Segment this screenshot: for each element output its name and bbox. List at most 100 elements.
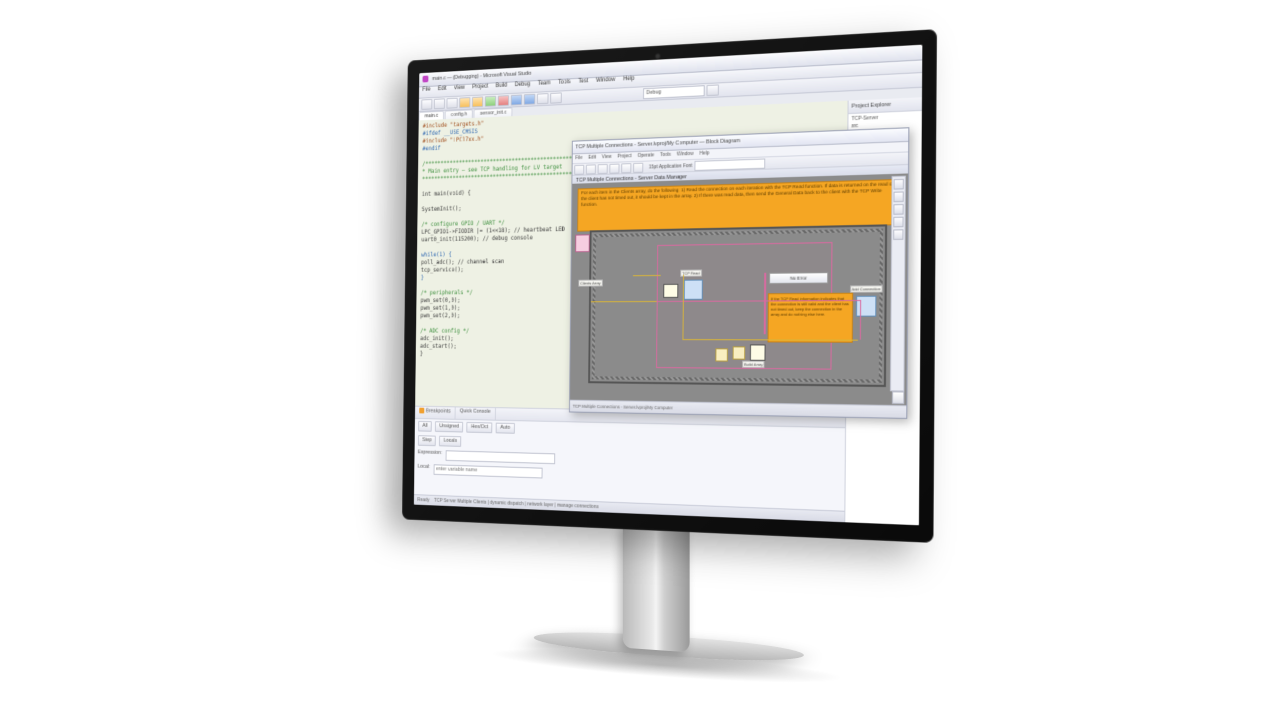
- menu-view[interactable]: View: [454, 85, 465, 91]
- project-panel: Project Explorer TCP-Server src include …: [844, 97, 922, 525]
- output-panel: Breakpoints Quick Console All Unsigned H…: [414, 406, 845, 511]
- node-compare-icon[interactable]: [733, 346, 746, 359]
- bd-menu-project[interactable]: Project: [617, 153, 631, 159]
- ide-title-app: (Debugging) - Microsoft Visual Studio: [453, 71, 531, 81]
- tool-config-icon[interactable]: [707, 84, 719, 96]
- bd-tool-retain-icon[interactable]: [633, 162, 643, 172]
- tool-comment-icon[interactable]: [550, 92, 562, 103]
- watch-input[interactable]: [445, 450, 555, 464]
- label-build-array: Build Array: [742, 361, 765, 368]
- out-btn-step[interactable]: Step: [418, 435, 436, 446]
- ide-titlebar[interactable]: main.c — (Debugging) - Microsoft Visual …: [419, 45, 922, 88]
- config-combo[interactable]: Debug: [643, 85, 705, 99]
- node-tcp-read[interactable]: [684, 280, 703, 300]
- case-structure-inner[interactable]: No Error: [764, 273, 766, 334]
- palette-cursor-icon[interactable]: [894, 179, 904, 190]
- tree-item[interactable]: build: [850, 143, 919, 153]
- tree-item[interactable]: drivers: [850, 135, 919, 145]
- status-right: TCP Server Multiple Clients | dynamic di…: [434, 498, 599, 510]
- local-label: Local:: [418, 464, 430, 475]
- tree-item[interactable]: TCP-Server: [850, 113, 919, 123]
- out-btn-all[interactable]: All: [418, 421, 432, 432]
- out-btn-unsigned[interactable]: Unsigned: [435, 421, 463, 432]
- scroll-corner-icon[interactable]: [892, 391, 904, 404]
- menu-team[interactable]: Team: [538, 80, 551, 87]
- out-btn-locals[interactable]: Locals: [439, 436, 461, 447]
- bd-menu-edit[interactable]: Edit: [588, 155, 596, 161]
- tool-new-icon[interactable]: [421, 99, 432, 110]
- label-add-connection: Add Connection: [850, 285, 883, 293]
- label-clients-array: Clients Array: [578, 280, 602, 287]
- out-btn-hex[interactable]: Hex/Oct: [467, 422, 493, 433]
- menu-project[interactable]: Project: [472, 84, 488, 91]
- bd-tool-run-cont-icon[interactable]: [586, 164, 596, 174]
- node-vi-ref-icon[interactable]: [575, 234, 590, 252]
- project-panel-title: Project Explorer: [849, 97, 922, 114]
- screen: main.c — (Debugging) - Microsoft Visual …: [414, 45, 922, 526]
- tree-item[interactable]: src: [850, 120, 919, 130]
- bd-search-input[interactable]: [694, 158, 765, 171]
- tool-save-icon[interactable]: [447, 98, 458, 109]
- local-input[interactable]: [433, 464, 542, 478]
- bd-tool-highlight-icon[interactable]: [621, 163, 631, 173]
- status-left: Ready: [417, 497, 429, 503]
- bd-palette: [890, 176, 906, 392]
- tool-step-icon[interactable]: [511, 94, 522, 105]
- bd-tool-pause-icon[interactable]: [609, 163, 619, 173]
- bd-menu-help[interactable]: Help: [699, 150, 709, 156]
- bd-tool-abort-icon[interactable]: [598, 163, 608, 173]
- tree-item[interactable]: include: [850, 128, 919, 138]
- bd-menu-file[interactable]: File: [575, 155, 582, 161]
- node-tcp-write-icon[interactable]: [856, 296, 876, 317]
- project-tree[interactable]: TCP-Server src include drivers build doc…: [845, 111, 922, 525]
- case-structure-outer[interactable]: TCP Read No Error If the TCP Read inform…: [656, 242, 832, 370]
- menu-build[interactable]: Build: [496, 83, 508, 89]
- palette-breakpoint-icon[interactable]: [893, 229, 903, 240]
- bd-menu-view[interactable]: View: [602, 154, 612, 160]
- output-tab-breakpoints[interactable]: Breakpoints: [415, 407, 456, 419]
- menu-debug[interactable]: Debug: [515, 81, 531, 88]
- tool-run-icon[interactable]: [485, 96, 496, 107]
- node-build-array[interactable]: [750, 344, 766, 360]
- menu-tools[interactable]: Tools: [558, 79, 571, 86]
- menu-window[interactable]: Window: [596, 77, 615, 84]
- bd-font-label[interactable]: 15pt Application Font: [649, 163, 693, 170]
- out-btn-auto[interactable]: Auto: [496, 423, 515, 434]
- tool-find-icon[interactable]: [537, 93, 549, 104]
- app-icon: [422, 76, 428, 83]
- tool-open-icon[interactable]: [434, 98, 445, 109]
- scene: main.c — (Debugging) - Microsoft Visual …: [0, 0, 1280, 720]
- menu-edit[interactable]: Edit: [438, 86, 447, 92]
- tool-undo-icon[interactable]: [459, 97, 470, 108]
- output-tab-console[interactable]: Quick Console: [455, 407, 495, 419]
- bd-context-help: For each item in the Clients array, do t…: [577, 179, 902, 232]
- for-loop-frame[interactable]: Clients Array TCP Read No Error If the T…: [588, 224, 887, 387]
- ide-title-file: main.c: [432, 76, 446, 82]
- bd-menu-window[interactable]: Window: [677, 151, 694, 158]
- tool-redo-icon[interactable]: [472, 96, 483, 107]
- bd-canvas[interactable]: For each item in the Clients array, do t…: [570, 173, 908, 406]
- bd-tip-box: If the TCP Read information indicates th…: [768, 293, 854, 343]
- bd-tool-run-icon[interactable]: [574, 164, 584, 174]
- tree-item[interactable]: docs: [850, 150, 919, 160]
- case-selector[interactable]: No Error: [769, 272, 828, 284]
- monitor: main.c — (Debugging) - Microsoft Visual …: [402, 29, 937, 543]
- palette-text-icon[interactable]: [893, 204, 903, 215]
- node-unbundle-icon[interactable]: [663, 284, 678, 298]
- menu-file[interactable]: File: [422, 87, 430, 93]
- watch-label: Expression:: [418, 449, 442, 460]
- palette-probe-icon[interactable]: [893, 217, 903, 228]
- palette-wire-icon[interactable]: [893, 191, 903, 202]
- monitor-bezel: main.c — (Debugging) - Microsoft Visual …: [402, 29, 937, 543]
- label-tcp-read: TCP Read: [680, 269, 701, 276]
- tool-step-over-icon[interactable]: [524, 94, 536, 105]
- block-diagram-window[interactable]: TCP Multiple Connections - Server.lvproj…: [569, 127, 909, 419]
- breakpoints-icon: [419, 408, 424, 414]
- menu-help[interactable]: Help: [623, 76, 634, 83]
- monitor-stand-column: [623, 524, 690, 653]
- menu-test[interactable]: Test: [578, 78, 588, 84]
- bd-menu-operate[interactable]: Operate: [637, 152, 654, 159]
- node-bundle-icon[interactable]: [715, 348, 728, 361]
- tool-stop-icon[interactable]: [498, 95, 509, 106]
- bd-menu-tools[interactable]: Tools: [660, 152, 671, 158]
